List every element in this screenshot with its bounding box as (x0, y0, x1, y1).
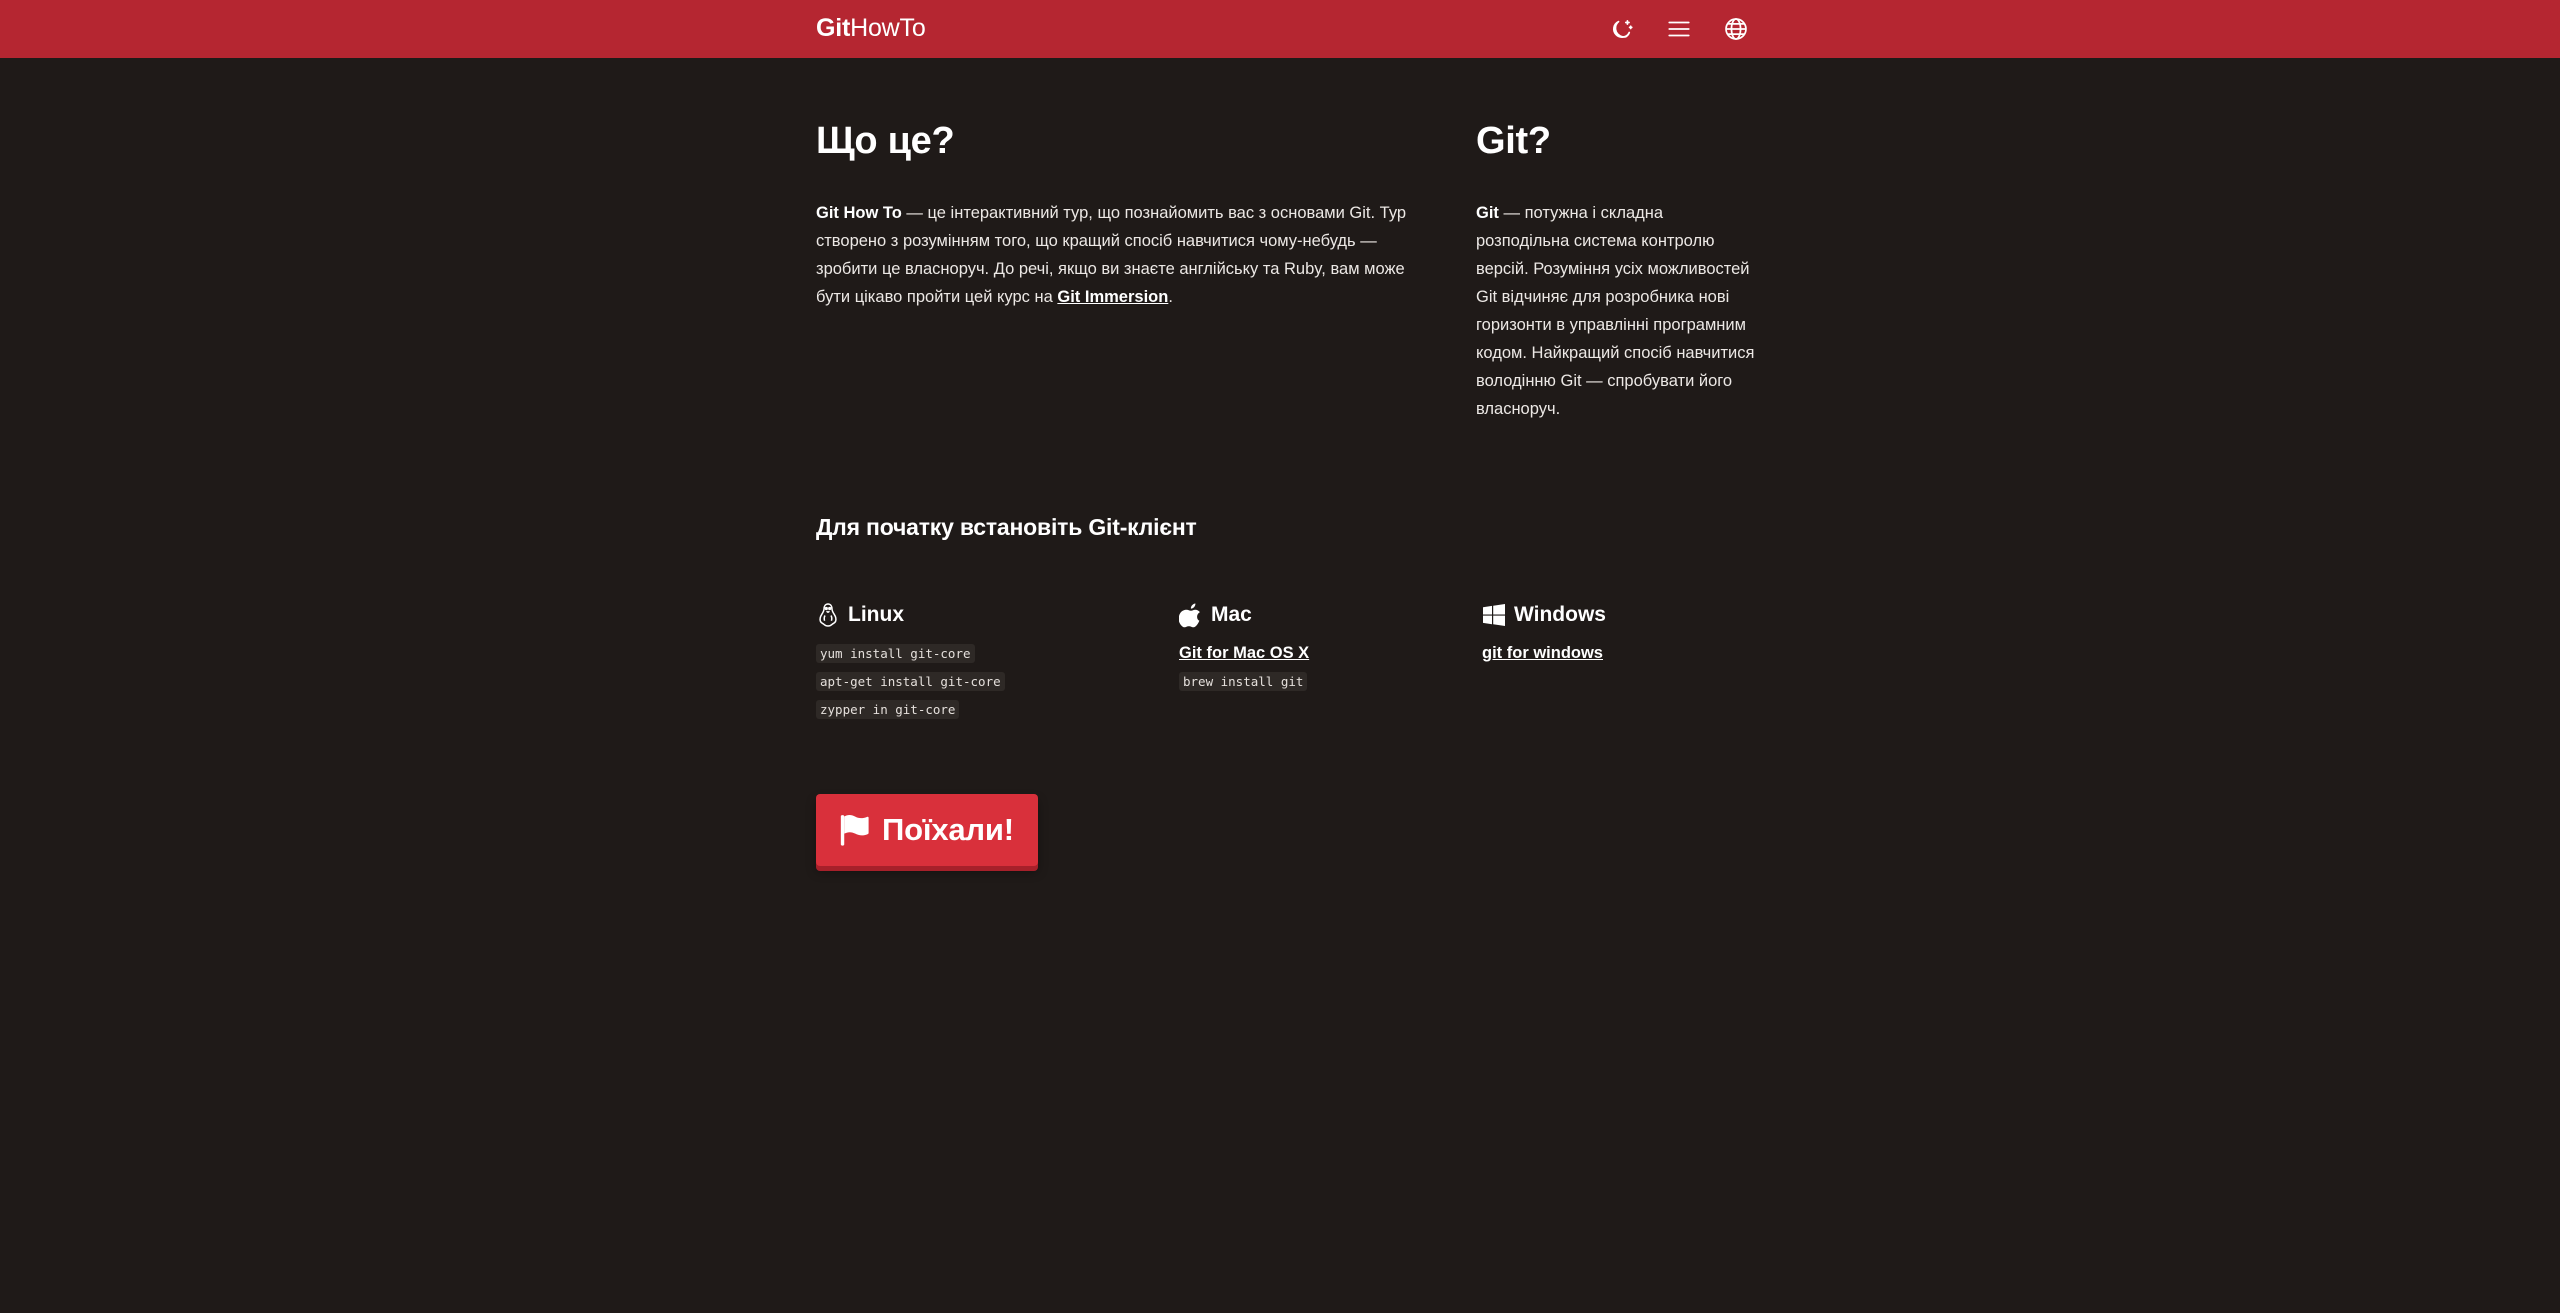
git-for-windows-link[interactable]: git for windows (1482, 644, 1603, 663)
windows-label: Windows (1514, 603, 1606, 626)
windows-body: git for windows (1482, 644, 1762, 672)
brand-bold: Git (816, 14, 851, 42)
linux-command-apt[interactable]: apt-get install git-core (816, 672, 1005, 691)
windows-icon (1483, 604, 1505, 626)
apple-icon (1179, 603, 1200, 628)
menu-icon[interactable] (1663, 13, 1695, 45)
brand-rest: HowTo (850, 14, 926, 42)
theme-toggle-icon[interactable] (1606, 13, 1638, 45)
git-section: Git? Git — потужна і складна розподільна… (1476, 120, 1756, 423)
mac-body: Git for Mac OS X brew install git (1179, 644, 1459, 700)
git-for-mac-link[interactable]: Git for Mac OS X (1179, 644, 1309, 663)
mac-heading: Mac (1179, 602, 1459, 628)
git-title: Git? (1476, 120, 1551, 162)
linux-section: Linux yum install git-core apt-get insta… (816, 602, 1156, 728)
git-lead: Git (1476, 204, 1499, 222)
git-text: — потужна і складна розподільна система … (1476, 204, 1755, 418)
linux-command-yum[interactable]: yum install git-core (816, 644, 975, 663)
start-button-label: Поїхали! (882, 812, 1014, 847)
intro-section: Що це? Git How To — це інтерактивний тур… (816, 120, 1436, 311)
start-button[interactable]: Поїхали! (816, 794, 1038, 866)
top-navbar: GitHowTo (0, 0, 2560, 58)
git-paragraph: Git — потужна і складна розподільна сист… (1476, 199, 1756, 423)
intro-title: Що це? (816, 120, 955, 162)
intro-lead: Git How To (816, 204, 902, 222)
globe-icon[interactable] (1720, 13, 1752, 45)
git-immersion-link[interactable]: Git Immersion (1057, 288, 1168, 306)
windows-section: Windows git for windows (1482, 602, 1762, 672)
linux-heading: Linux (816, 602, 1156, 628)
flag-icon (840, 815, 869, 846)
mac-section: Mac Git for Mac OS X brew install git (1179, 602, 1459, 700)
linux-label: Linux (848, 603, 904, 626)
brand-logo[interactable]: GitHowTo (816, 14, 926, 42)
intro-paragraph: Git How To — це інтерактивний тур, що по… (816, 199, 1436, 311)
linux-commands: yum install git-core apt-get install git… (816, 644, 1156, 728)
install-title: Для початку встановіть Git-клієнт (816, 514, 1197, 540)
mac-command-brew[interactable]: brew install git (1179, 672, 1308, 691)
linux-command-zypper[interactable]: zypper in git-core (816, 700, 960, 719)
windows-heading: Windows (1482, 602, 1762, 628)
linux-tux-icon (819, 603, 837, 627)
intro-tail: . (1168, 288, 1173, 306)
mac-label: Mac (1211, 603, 1252, 626)
